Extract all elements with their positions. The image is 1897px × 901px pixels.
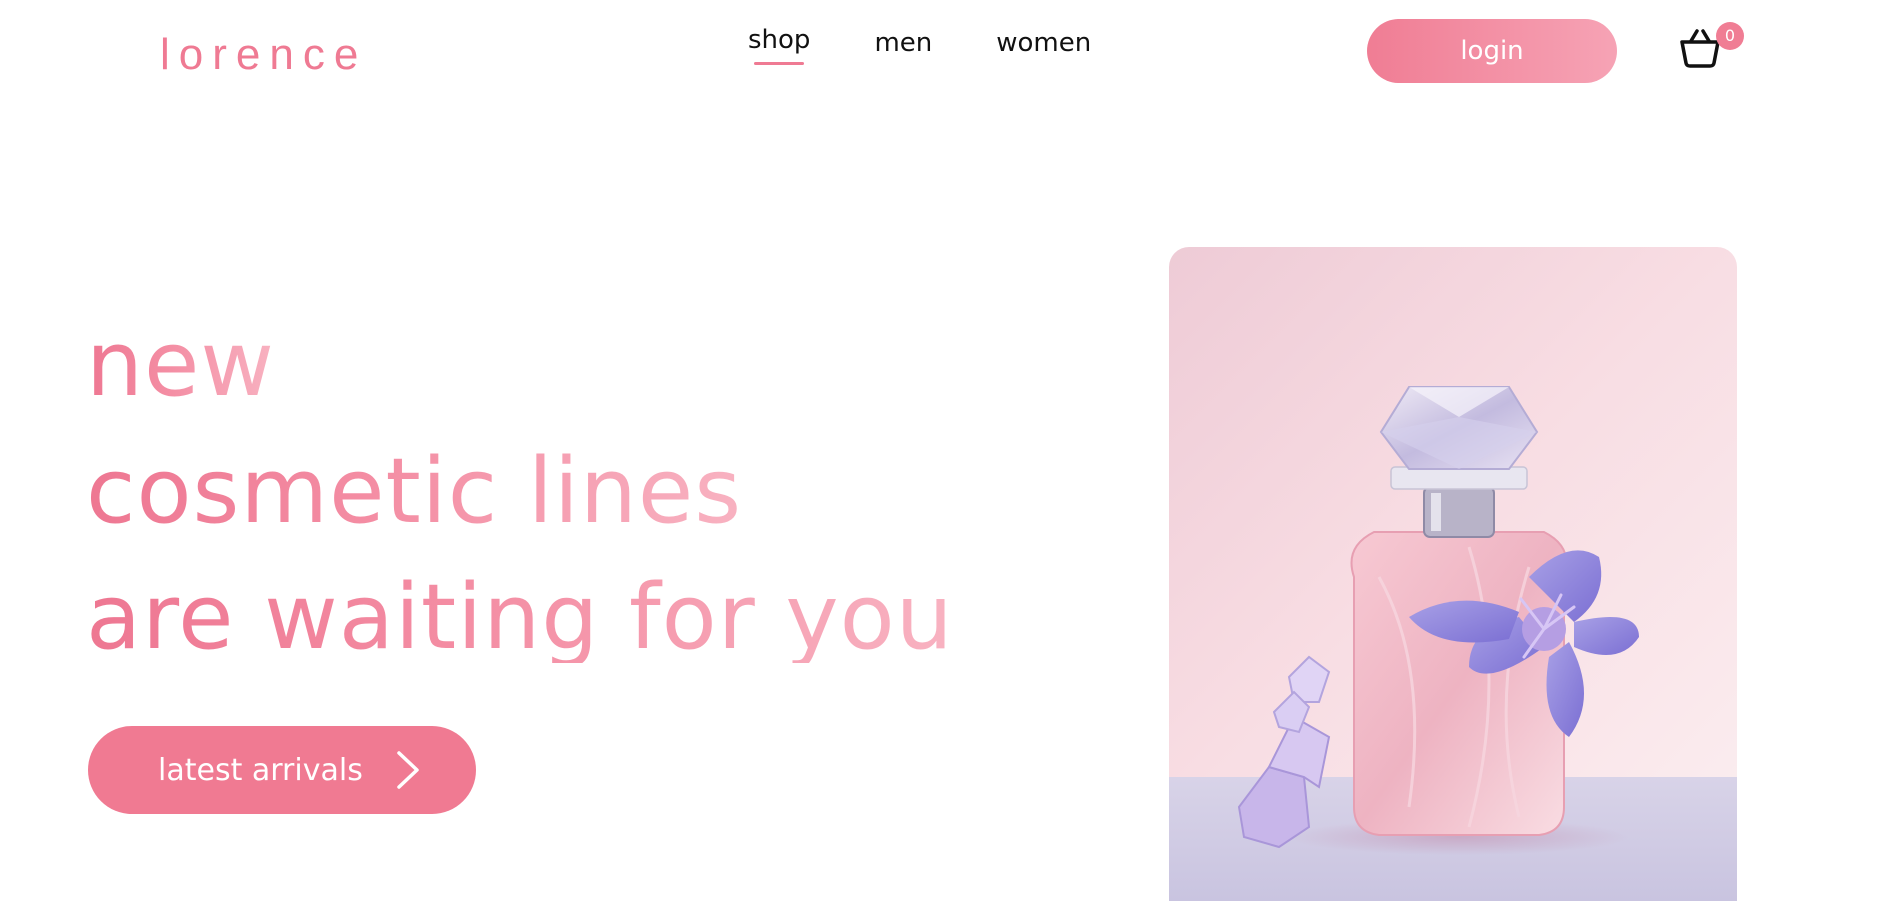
chevron-right-icon xyxy=(397,751,419,789)
main-nav: shop men women xyxy=(748,25,1091,65)
hero-product-image xyxy=(1169,247,1737,901)
hero-title-line-3: are waiting for you xyxy=(86,565,954,670)
hero-title-line-1: new xyxy=(86,312,276,417)
nav-item-women[interactable]: women xyxy=(996,28,1091,58)
cart-count-badge: 0 xyxy=(1716,22,1744,50)
latest-arrivals-label: latest arrivals xyxy=(158,752,363,788)
hero-title-line-2: cosmetic lines xyxy=(86,439,743,544)
cart-button[interactable]: 0 xyxy=(1674,22,1744,72)
latest-arrivals-button[interactable]: latest arrivals xyxy=(88,726,476,814)
brand-logo[interactable]: lorence xyxy=(160,30,367,80)
perfume-bottle-illustration xyxy=(1237,386,1639,855)
login-button[interactable]: login xyxy=(1367,19,1617,83)
nav-item-men[interactable]: men xyxy=(874,28,932,58)
nav-item-shop[interactable]: shop xyxy=(748,25,810,65)
